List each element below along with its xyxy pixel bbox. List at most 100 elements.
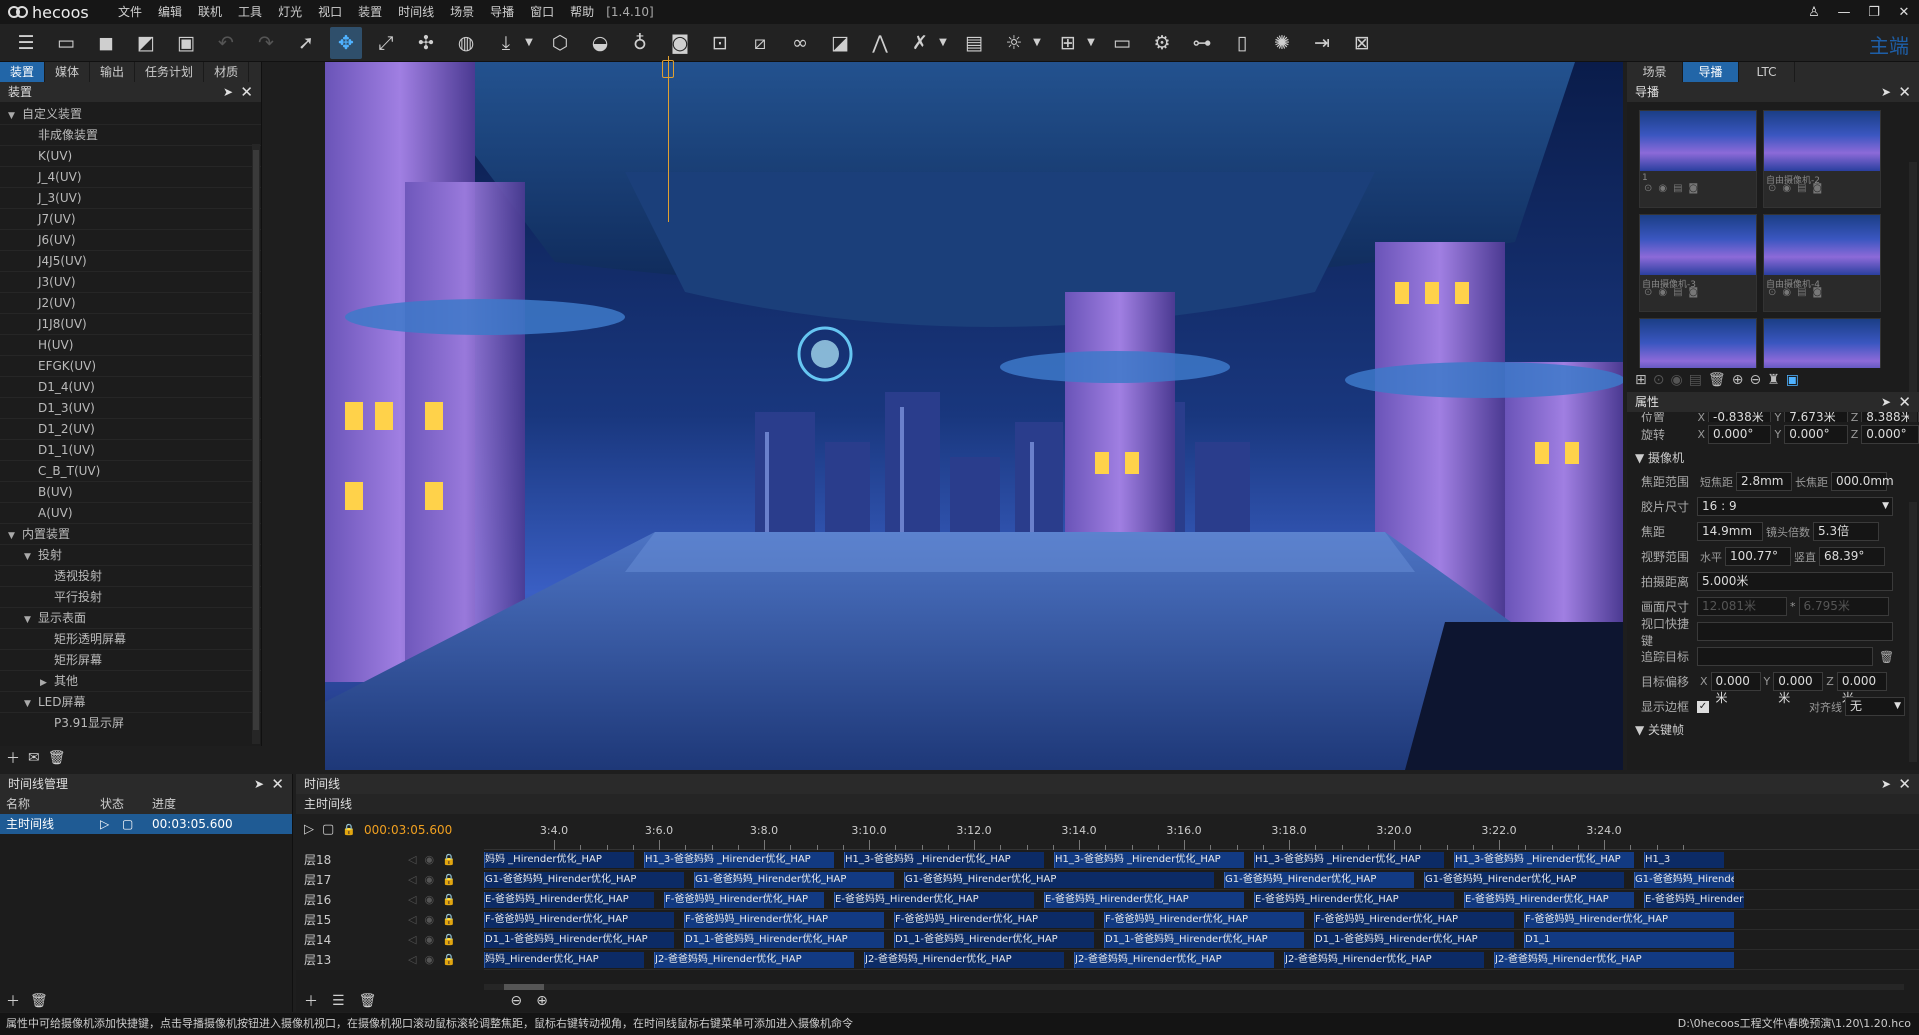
- rotation-x-input[interactable]: 0.000°: [1708, 425, 1772, 444]
- camera-icon[interactable]: ◙: [664, 27, 696, 59]
- media-clip[interactable]: H1_3-爸爸妈妈 _Hirender优化_HAP: [1454, 852, 1634, 868]
- light-icon[interactable]: ♁: [624, 27, 656, 59]
- close-icon[interactable]: ✕: [271, 774, 284, 794]
- briefcase-icon[interactable]: ▣: [170, 27, 202, 59]
- surface-icon[interactable]: ◪: [824, 27, 856, 59]
- output-icon[interactable]: ▯: [1226, 27, 1258, 59]
- layer-toggle-icons[interactable]: ◁◉🔒: [408, 870, 464, 890]
- tab-output[interactable]: 输出: [90, 62, 136, 82]
- tree-arrow-icon[interactable]: ▼: [8, 106, 22, 127]
- globe-icon[interactable]: ◍: [450, 27, 482, 59]
- focus-icon[interactable]: ⊡: [704, 27, 736, 59]
- time-ruler[interactable]: 3:4.0 3:6.0 3:8.0 3:10.0 3:12.0 3:14.0 3:16.0 3…: [484, 814, 1919, 850]
- pin-icon[interactable]: ➤: [223, 82, 233, 102]
- media-clip[interactable]: F-爸爸妈妈_Hirender优化_HAP: [1524, 912, 1734, 928]
- mesh-icon[interactable]: ⋀: [864, 27, 896, 59]
- camera-thumbnail[interactable]: ⊙◉▤◙: [1763, 318, 1881, 368]
- close-icon[interactable]: ✕: [240, 82, 253, 102]
- delete-icon[interactable]: 🗑: [1879, 650, 1894, 664]
- media-clip[interactable]: D1_1-爸爸妈妈_Hirender优化_HAP: [1314, 932, 1514, 948]
- eye-icon[interactable]: ◉: [1670, 372, 1682, 388]
- media-clip[interactable]: J2-爸爸妈妈_Hirender优化_HAP: [654, 952, 854, 968]
- fov-h-input[interactable]: 100.77°: [1725, 547, 1791, 566]
- zoom-out-icon[interactable]: ⊖: [510, 993, 522, 1009]
- tree-item[interactable]: ▶ 其他: [0, 671, 261, 692]
- position-x-input[interactable]: -0.838米: [1708, 412, 1772, 422]
- media-clip[interactable]: H1_3-爸爸妈妈 _Hirender优化_HAP: [644, 852, 834, 868]
- media-clip[interactable]: E-爸爸妈妈_Hirender优化_HAP: [1254, 892, 1454, 908]
- media-clip[interactable]: J2-爸爸妈妈_Hirender优化_HAP: [864, 952, 1064, 968]
- tab-ltc[interactable]: LTC: [1739, 62, 1795, 82]
- camera-thumbnail[interactable]: 1 ⊙◉▤◙: [1639, 110, 1757, 208]
- tree-item[interactable]: 透视投射: [0, 566, 261, 587]
- zoom-input[interactable]: 5.3倍: [1813, 522, 1879, 541]
- lock-icon[interactable]: 🔒: [342, 823, 356, 836]
- camera-section[interactable]: ▼ 摄像机: [1627, 447, 1919, 469]
- align-line-select[interactable]: 无 ▼: [1845, 697, 1905, 716]
- media-clip[interactable]: F-爸爸妈妈_Hirender优化_HAP: [484, 912, 674, 928]
- rotation-y-input[interactable]: 0.000°: [1784, 425, 1848, 444]
- tree-item[interactable]: 平行投射: [0, 587, 261, 608]
- projector-icon[interactable]: ◒: [584, 27, 616, 59]
- media-clip[interactable]: E-爸爸妈妈_Hirender优化_HAP: [1644, 892, 1744, 908]
- tree-item[interactable]: J4J5(UV): [0, 251, 261, 272]
- tree-item[interactable]: J_3(UV): [0, 188, 261, 209]
- menu-item[interactable]: 编辑: [150, 0, 190, 24]
- layer-toggle-icons[interactable]: ◁◉🔒: [408, 850, 464, 870]
- media-clip[interactable]: D1_1-爸爸妈妈_Hirender优化_HAP: [484, 932, 674, 948]
- menu-item[interactable]: 场景: [442, 0, 482, 24]
- brightness-icon[interactable]: ✺: [1266, 27, 1298, 59]
- layout-dropdown-icon[interactable]: ▼: [1084, 27, 1098, 59]
- stop-icon[interactable]: ▢: [122, 814, 152, 834]
- layer-toggle-icons[interactable]: ◁◉🔒: [408, 930, 464, 950]
- lock-icon[interactable]: ⊙: [1653, 372, 1665, 388]
- minimize-button[interactable]: —: [1829, 5, 1859, 20]
- save-as-icon[interactable]: ◩: [130, 27, 162, 59]
- tree-item[interactable]: J3(UV): [0, 272, 261, 293]
- media-clip[interactable]: 妈妈_Hirender优化_HAP: [484, 952, 644, 968]
- save-icon[interactable]: ◼: [90, 27, 122, 59]
- grid-icon[interactable]: ⊞: [1635, 372, 1647, 388]
- show-border-checkbox[interactable]: ✓: [1697, 700, 1709, 713]
- media-clip[interactable]: E-爸爸妈妈_Hirender优化_HAP: [1464, 892, 1634, 908]
- camera-thumbnail[interactable]: 自由摄像机-3 ⊙◉▤◙: [1639, 214, 1757, 312]
- tree-item[interactable]: ▼ 投射: [0, 545, 261, 566]
- menu-item[interactable]: 工具: [230, 0, 270, 24]
- thumbs-scrollbar[interactable]: [1909, 162, 1917, 422]
- import-icon[interactable]: ⤓: [490, 27, 522, 59]
- layer-toggle-icons[interactable]: ◁◉🔒: [408, 890, 464, 910]
- media-clip[interactable]: H1_3-爸爸妈妈 _Hirender优化_HAP: [844, 852, 1044, 868]
- close-icon[interactable]: ✕: [1898, 82, 1911, 102]
- menu-item[interactable]: 视口: [310, 0, 350, 24]
- media-clip[interactable]: F-爸爸妈妈_Hirender优化_HAP: [684, 912, 884, 928]
- camera-thumbnail[interactable]: ⊙◉▤◙: [1639, 318, 1757, 368]
- shoot-distance-input[interactable]: 5.000米: [1697, 572, 1893, 591]
- user-icon[interactable]: ♙: [1799, 5, 1829, 20]
- tree-item[interactable]: J2(UV): [0, 293, 261, 314]
- timeline-layer[interactable]: 层14 ◁◉🔒 D1_1-爸爸妈妈_Hirender优化_HAP D1_1-爸爸妈妈_…: [296, 930, 1919, 950]
- tab-devices[interactable]: 装置: [0, 62, 46, 82]
- pin-icon[interactable]: ➤: [254, 774, 264, 794]
- ruler-icon[interactable]: ⧄: [744, 27, 776, 59]
- pin-icon[interactable]: ➤: [1881, 774, 1891, 794]
- tree-item[interactable]: EFGK(UV): [0, 356, 261, 377]
- edit-icon[interactable]: ✉: [28, 750, 40, 766]
- viewport-shortcut-input[interactable]: [1697, 622, 1893, 641]
- play-icon[interactable]: ▷: [304, 822, 314, 837]
- menu-item[interactable]: 时间线: [390, 0, 442, 24]
- tree-scrollbar[interactable]: [252, 144, 260, 744]
- layer-toggle-icons[interactable]: ◁◉🔒: [408, 950, 464, 970]
- tab-director[interactable]: 导播: [1683, 62, 1739, 82]
- close-button[interactable]: ✕: [1889, 5, 1919, 20]
- media-clip[interactable]: D1_1: [1524, 932, 1734, 948]
- media-clip[interactable]: G1-爸爸妈妈_Hirender优化_HAP: [694, 872, 894, 888]
- short-focal-input[interactable]: 2.8mm: [1736, 472, 1792, 491]
- menu-item[interactable]: 导播: [482, 0, 522, 24]
- tree-item[interactable]: ▼ LED屏幕: [0, 692, 261, 713]
- media-clip[interactable]: G1-爸爸妈妈_Hirender优化_HAP: [484, 872, 684, 888]
- media-clip[interactable]: J2-爸爸妈妈_Hirender优化_HAP: [1074, 952, 1274, 968]
- menu-item[interactable]: 联机: [190, 0, 230, 24]
- add-icon[interactable]: ＋: [6, 748, 20, 768]
- 3d-viewport[interactable]: [325, 62, 1623, 770]
- long-focal-input[interactable]: 000.0mm: [1831, 472, 1894, 491]
